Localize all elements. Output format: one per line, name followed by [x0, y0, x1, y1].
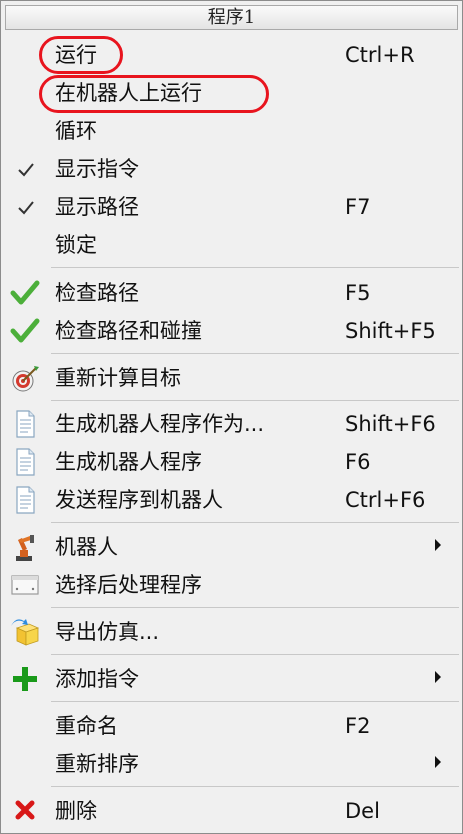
menu-item-select-post-processor[interactable]: 选择后处理程序	[3, 566, 460, 604]
menu-item-check-path[interactable]: 检查路径 F5	[3, 274, 460, 312]
menu-item-export-simulation[interactable]: 导出仿真...	[3, 613, 460, 651]
menu-item-shortcut: Shift+F5	[345, 319, 436, 343]
menu-title: 程序1	[5, 5, 458, 30]
menu-item-robot[interactable]: 机器人	[3, 528, 460, 566]
submenu-arrow-icon	[435, 671, 441, 683]
submenu-arrow-icon	[435, 539, 441, 551]
red-x-icon	[15, 800, 35, 820]
menu-item-shortcut: Ctrl+F6	[345, 488, 426, 512]
menu-item-label: 选择后处理程序	[55, 573, 202, 597]
menu-item-label: 重新计算目标	[55, 366, 181, 390]
menu-item-show-path[interactable]: 显示路径 F7	[3, 188, 460, 226]
checkmark-icon	[18, 201, 34, 215]
export-box-icon	[11, 619, 40, 646]
highlight-ring	[39, 36, 123, 74]
menu-separator	[51, 353, 459, 354]
menu-separator	[51, 400, 459, 401]
menu-item-generate-program[interactable]: 生成机器人程序 F6	[3, 443, 460, 481]
context-menu: 程序1 运行 Ctrl+R 在机器人上运行 循环 显示指令 显示路径 F7 锁定…	[0, 0, 463, 834]
menu-item-shortcut: F7	[345, 195, 371, 219]
document-icon	[16, 486, 35, 514]
menu-item-label: 删除	[55, 799, 97, 823]
menu-item-label: 重新排序	[55, 752, 139, 776]
menu-item-label: 检查路径	[55, 281, 139, 305]
menu-item-label: 导出仿真...	[55, 620, 160, 644]
post-processor-icon	[11, 575, 39, 595]
menu-separator	[51, 786, 459, 787]
target-icon	[12, 366, 39, 392]
menu-item-rename[interactable]: 重命名 F2	[3, 707, 460, 745]
submenu-arrow-icon	[435, 756, 441, 768]
document-icon	[16, 448, 35, 476]
menu-item-shortcut: F2	[345, 714, 371, 738]
menu-separator	[51, 267, 459, 268]
menu-item-lock[interactable]: 锁定	[3, 226, 460, 264]
green-check-icon	[10, 280, 40, 305]
menu-item-label: 重命名	[55, 714, 118, 738]
robot-arm-icon	[16, 535, 34, 561]
menu-item-delete[interactable]: 删除 Del	[3, 792, 460, 830]
green-check-icon	[10, 318, 40, 343]
menu-item-label: 机器人	[55, 535, 118, 559]
menu-item-send-program-to-robot[interactable]: 发送程序到机器人 Ctrl+F6	[3, 481, 460, 519]
menu-item-loop[interactable]: 循环	[3, 112, 460, 150]
menu-item-shortcut: Shift+F6	[345, 412, 436, 436]
menu-separator	[51, 522, 459, 523]
highlight-ring	[39, 75, 269, 113]
menu-item-label: 发送程序到机器人	[55, 488, 223, 512]
menu-item-add-instruction[interactable]: 添加指令	[3, 660, 460, 698]
menu-item-label: 锁定	[55, 233, 97, 257]
menu-item-label: 生成机器人程序	[55, 450, 202, 474]
menu-item-show-instructions[interactable]: 显示指令	[3, 150, 460, 188]
menu-item-label: 检查路径和碰撞	[55, 319, 202, 343]
menu-separator	[51, 701, 459, 702]
plus-icon	[13, 667, 37, 691]
menu-item-check-path-collision[interactable]: 检查路径和碰撞 Shift+F5	[3, 312, 460, 350]
menu-item-label: 显示指令	[55, 157, 139, 181]
menu-item-shortcut: F6	[345, 450, 371, 474]
menu-item-generate-program-as[interactable]: 生成机器人程序作为... Shift+F6	[3, 405, 460, 443]
menu-item-recalculate-targets[interactable]: 重新计算目标	[3, 359, 460, 397]
menu-item-shortcut: Ctrl+R	[345, 43, 415, 67]
menu-item-label: 生成机器人程序作为...	[55, 412, 265, 436]
menu-separator	[51, 607, 459, 608]
menu-item-label: 添加指令	[55, 667, 139, 691]
checkmark-icon	[18, 163, 34, 177]
menu-item-shortcut: Del	[345, 799, 380, 823]
menu-item-label: 循环	[55, 119, 97, 143]
menu-separator	[51, 654, 459, 655]
document-icon	[16, 410, 35, 438]
menu-item-reorder[interactable]: 重新排序	[3, 745, 460, 783]
menu-item-shortcut: F5	[345, 281, 371, 305]
menu-item-label: 显示路径	[55, 195, 139, 219]
